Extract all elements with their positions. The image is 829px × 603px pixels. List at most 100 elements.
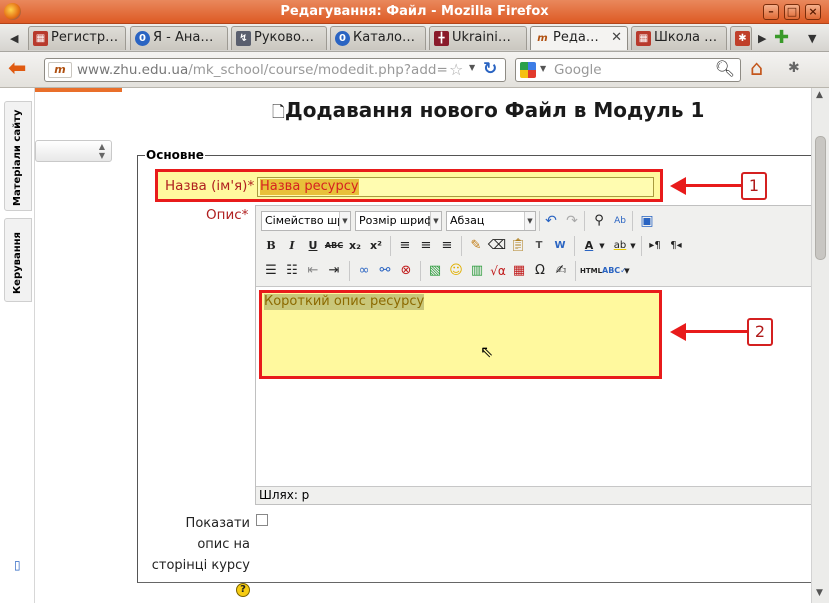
sidebar-select[interactable]: ▲ ▼ [35, 140, 112, 162]
close-tab-icon[interactable]: ✕ [611, 27, 622, 49]
text-color-icon[interactable]: A [579, 236, 599, 256]
search-input[interactable]: Google [554, 62, 602, 78]
search-engine-dropdown-icon[interactable]: ▼ [540, 64, 546, 73]
redo-icon[interactable]: ↷ [562, 211, 582, 231]
paste-text-icon[interactable]: T [529, 236, 549, 256]
emoticon-icon[interactable]: ☺ [446, 261, 466, 281]
search-magnifier-icon[interactable]: 🔍︎ [715, 59, 735, 78]
background-color-icon[interactable]: ab [610, 236, 630, 256]
italic-icon[interactable]: I [282, 236, 302, 256]
font-family-select[interactable]: Сімейство шр ▼ [261, 211, 351, 231]
firebug-icon[interactable]: ✱ [788, 60, 800, 76]
ltr-direction-icon[interactable]: ▸¶ [645, 236, 665, 256]
site-favicon-icon: ✱ [735, 31, 750, 46]
unlink-icon[interactable]: ⚯ [375, 261, 395, 281]
help-icon[interactable]: ? [236, 583, 250, 597]
history-dropdown-icon[interactable]: ▼ [469, 63, 475, 72]
description-textarea[interactable]: Короткий опис ресурсу ⇖ [259, 290, 662, 379]
table-icon[interactable]: ▦ [509, 261, 529, 281]
new-tab-plus-icon[interactable]: ✚ [774, 27, 789, 48]
align-center-icon[interactable]: ≡ [416, 236, 436, 256]
indent-icon[interactable]: ⇥ [324, 261, 344, 281]
tab-guide[interactable]: ↯ Руково… [231, 26, 327, 50]
rtl-direction-icon[interactable]: ¶◂ [666, 236, 686, 256]
subscript-icon[interactable]: x₂ [345, 236, 365, 256]
show-description-checkbox[interactable] [256, 514, 268, 526]
tab-catalog[interactable]: 0 Катало… [330, 26, 426, 50]
eraser-icon[interactable]: ⌫ [487, 236, 507, 256]
search-bar[interactable]: ▼ Google 🔍︎ [515, 58, 741, 82]
page-scrollbar[interactable]: ▲ ▼ [811, 88, 829, 603]
scroll-tabs-right-icon[interactable]: ▶ [758, 32, 766, 45]
reload-icon[interactable]: ↻ [483, 59, 497, 79]
undo-icon[interactable]: ↶ [541, 211, 561, 231]
fullscreen-icon[interactable]: ▣ [637, 211, 657, 231]
edit-html-icon[interactable]: ✍ [551, 261, 571, 281]
chevron-down-icon[interactable]: ▼ [628, 236, 638, 256]
nolink-icon[interactable]: ⊗ [396, 261, 416, 281]
tab-registration[interactable]: ▦ Регистр… [28, 26, 126, 50]
google-engine-icon[interactable] [520, 62, 536, 78]
home-icon[interactable]: ⌂ [750, 56, 763, 80]
spellcheck-icon[interactable]: ABC✓ [602, 261, 627, 281]
tab-ukraine[interactable]: ╋ Ukraini… [429, 26, 527, 50]
format-select[interactable]: Абзац ▼ [446, 211, 536, 231]
strikethrough-icon[interactable]: ABC [324, 236, 344, 256]
fieldset-legend: Основне [145, 148, 205, 162]
chevron-down-icon: ▼ [430, 212, 441, 230]
link-icon[interactable]: ∞ [354, 261, 374, 281]
scroll-tabs-left-icon[interactable]: ◀ [10, 32, 18, 45]
dock-tab-site-materials[interactable]: Матеріали сайту [4, 101, 32, 211]
scrollbar-thumb[interactable] [815, 136, 826, 260]
paste-word-icon[interactable]: W [550, 236, 570, 256]
replace-icon[interactable]: Ab [610, 211, 630, 231]
page-content: Матеріали сайту Керування ▯ ▲ ▼ 🗋︎Додаван… [0, 88, 829, 603]
cleanup-brush-icon[interactable]: ✎ [466, 236, 486, 256]
outdent-icon[interactable]: ⇤ [303, 261, 323, 281]
tab-ya-analiz[interactable]: 0Я - Ана… [130, 26, 228, 50]
font-size-select[interactable]: Розмір шрифт ▼ [355, 211, 442, 231]
align-right-icon[interactable]: ≡ [437, 236, 457, 256]
toolbar-separator [461, 236, 462, 256]
url-bar[interactable]: m www.zhu.edu.ua/mk_school/course/modedi… [44, 58, 506, 82]
tab-bar: ◀ ▦ Регистр… 0Я - Ана… ↯ Руково… 0 Катало… … [0, 24, 829, 52]
dock-expand-icon[interactable]: ▯ [14, 558, 21, 572]
scroll-down-icon[interactable]: ▼ [816, 588, 823, 598]
chevron-down-icon[interactable]: ▼ [622, 261, 632, 281]
tab-editing-active[interactable]: m Реда… ✕ [530, 26, 628, 50]
list-all-tabs-icon[interactable]: ▼ [808, 32, 816, 45]
chevron-down-icon[interactable]: ▼ [597, 236, 607, 256]
special-char-icon[interactable]: Ω [530, 261, 550, 281]
tab-school[interactable]: ▦ Школа … [631, 26, 727, 50]
superscript-icon[interactable]: x² [366, 236, 386, 256]
dock-tab-administration[interactable]: Керування [4, 218, 32, 302]
tool-favicon-icon: ↯ [236, 31, 251, 46]
paste-icon[interactable]: 📋︎ [508, 236, 528, 256]
search-icon[interactable]: ⚲ [589, 211, 609, 231]
url-text[interactable]: www.zhu.edu.ua/mk_school/course/modedit.… [77, 62, 457, 78]
toolbar-separator [632, 211, 633, 231]
image-icon[interactable]: ▧ [425, 261, 445, 281]
maximize-button[interactable]: □ [784, 4, 800, 20]
name-field-highlight: Назва (ім'я)* Назва ресурсу [155, 169, 663, 202]
name-input[interactable]: Назва ресурсу [257, 177, 654, 197]
media-icon[interactable]: ▥ [467, 261, 487, 281]
tab-overflow[interactable]: ✱ [730, 26, 752, 50]
bullet-list-icon[interactable]: ☰ [261, 261, 281, 281]
equation-icon[interactable]: √α [488, 261, 508, 281]
align-left-icon[interactable]: ≡ [395, 236, 415, 256]
bold-icon[interactable]: B [261, 236, 281, 256]
underline-icon[interactable]: U [303, 236, 323, 256]
scroll-up-icon[interactable]: ▲ [816, 90, 823, 100]
select-arrows-icon: ▲ ▼ [98, 142, 105, 160]
minimize-button[interactable]: – [763, 4, 779, 20]
navigation-bar: ⬅ m www.zhu.edu.ua/mk_school/course/mode… [0, 52, 829, 88]
moodle-site-identity-icon[interactable]: m [48, 62, 72, 78]
html-source-icon[interactable]: HTML [580, 261, 602, 281]
close-window-button[interactable]: × [805, 4, 821, 20]
toolbar-separator [390, 236, 391, 256]
numbered-list-icon[interactable]: ☷ [282, 261, 302, 281]
bookmark-star-icon[interactable]: ☆ [449, 60, 463, 79]
opera-favicon-icon: 0 [135, 31, 150, 46]
back-arrow-icon[interactable]: ⬅ [8, 58, 34, 82]
